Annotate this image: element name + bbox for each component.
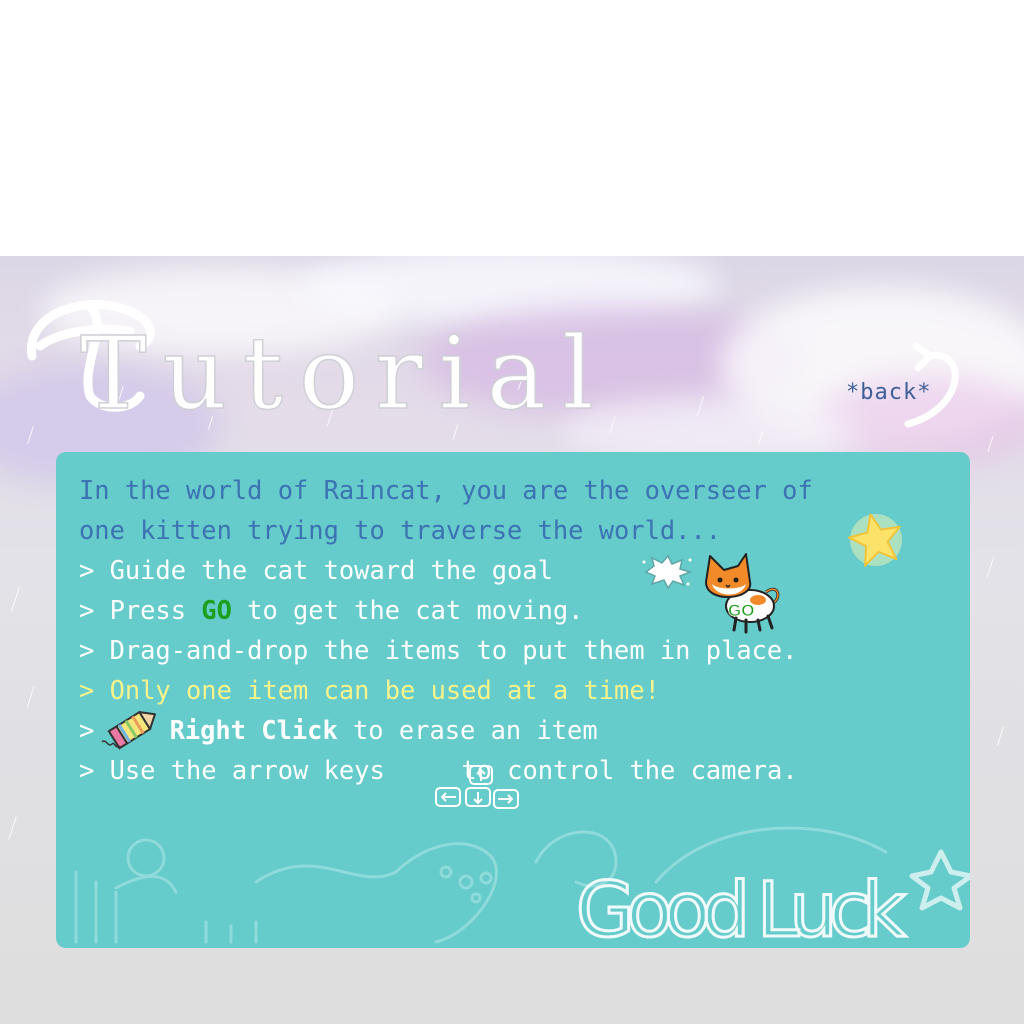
star-icon: [847, 513, 902, 567]
rain-streak: [452, 424, 459, 440]
list-prefix: >: [79, 635, 110, 665]
cat-go-icon: GO: [705, 553, 780, 634]
rain-streak: [8, 816, 17, 840]
right-click-keyword: Right Click: [169, 715, 338, 745]
list-item-drag-drop: > Drag-and-drop the items to put them in…: [79, 630, 797, 670]
list-prefix: >: [79, 555, 110, 585]
back-button[interactable]: *back*: [846, 380, 931, 405]
press-text: Press: [109, 595, 202, 625]
list-item-press-go: > Press GO to get the cat moving.: [79, 590, 583, 630]
rain-streak: [996, 726, 1005, 746]
guide-text: Guide the cat toward the goal: [109, 555, 553, 585]
good-luck-text: Good Luck: [576, 865, 906, 948]
tutorial-title: Tutorial: [27, 300, 600, 426]
tutorial-screen: Tutorial *back* Good Luck In the world o…: [0, 256, 1024, 1024]
intro-line-2: one kitten trying to traverse the world.…: [79, 515, 722, 545]
tutorial-panel: Good Luck In the world of Raincat, you a…: [56, 452, 970, 948]
one-item-text: Only one item can be used at a time!: [109, 675, 660, 705]
intro-line-1: In the world of Raincat, you are the ove…: [79, 475, 813, 505]
rain-streak: [986, 556, 995, 578]
rain-streak: [11, 586, 20, 612]
arrow-keys-icon: [435, 765, 519, 809]
rain-streak: [26, 686, 35, 708]
arrow-keys-text: Use the arrow keys: [109, 755, 401, 785]
list-item-guide: > Guide the cat toward the goal: [79, 550, 553, 590]
cat-go-label: GO: [728, 601, 754, 620]
title-text: Tutorial: [80, 315, 600, 426]
right-click-rest: to erase an item: [337, 715, 598, 745]
goal-burst-icon: [642, 554, 693, 590]
list-prefix: >: [79, 675, 110, 705]
press-go-rest: to get the cat moving.: [231, 595, 584, 625]
pencil-eraser-icon: [101, 710, 156, 750]
go-keyword: GO: [201, 595, 232, 625]
list-prefix: >: [79, 595, 110, 625]
drag-drop-text: Drag-and-drop the items to put them in p…: [109, 635, 798, 665]
list-item-one-item: > Only one item can be used at a time!: [79, 670, 660, 710]
list-prefix: >: [79, 755, 110, 785]
